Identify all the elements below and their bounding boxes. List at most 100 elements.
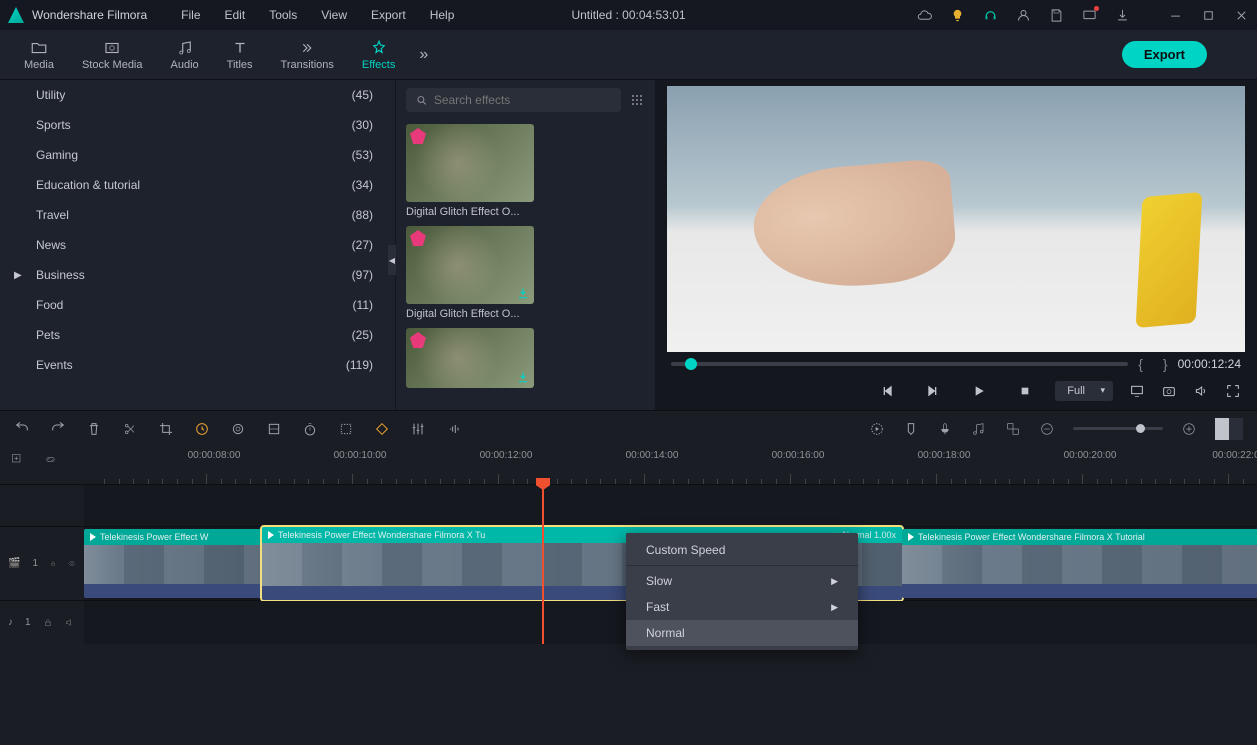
group-icon[interactable] xyxy=(1005,421,1021,437)
audio-sync-icon[interactable] xyxy=(446,421,462,437)
download-effect-icon[interactable] xyxy=(516,370,530,384)
menu-export[interactable]: Export xyxy=(361,4,416,26)
mark-in-icon[interactable]: { xyxy=(1138,356,1143,372)
category-item[interactable]: Food(11) xyxy=(0,290,395,320)
tab-media[interactable]: Media xyxy=(10,35,68,75)
marker-add-icon[interactable] xyxy=(903,421,919,437)
tab-transitions[interactable]: Transitions xyxy=(267,35,348,75)
category-item[interactable]: News(27) xyxy=(0,230,395,260)
export-button[interactable]: Export xyxy=(1122,41,1207,68)
color-icon[interactable] xyxy=(230,421,246,437)
video-clip[interactable]: Telekinesis Power Effect W xyxy=(84,529,262,598)
download-icon[interactable] xyxy=(1115,8,1130,23)
playback-quality-select[interactable]: Full xyxy=(1055,381,1113,401)
effect-item[interactable]: Digital Glitch Effect O... xyxy=(406,226,645,320)
panel-collapse-handle[interactable]: ◀ xyxy=(388,245,396,275)
zoom-in-icon[interactable] xyxy=(1181,421,1197,437)
track-number: 1 xyxy=(32,558,38,569)
undo-icon[interactable] xyxy=(14,421,30,437)
split-icon[interactable] xyxy=(122,421,138,437)
crop-icon[interactable] xyxy=(158,421,174,437)
window-minimize-icon[interactable] xyxy=(1168,8,1183,23)
video-clip[interactable]: Telekinesis Power Effect Wondershare Fil… xyxy=(902,529,1257,598)
mark-out-icon[interactable]: } xyxy=(1163,356,1168,372)
premium-gem-icon xyxy=(410,128,426,144)
category-item[interactable]: Travel(88) xyxy=(0,200,395,230)
link-tracks-icon[interactable] xyxy=(43,452,58,467)
save-icon[interactable] xyxy=(1049,8,1064,23)
premium-gem-icon xyxy=(410,230,426,246)
record-voice-icon[interactable] xyxy=(937,421,953,437)
top-tabs: Media Stock Media Audio Titles Transitio… xyxy=(0,30,1257,80)
keyframe-icon[interactable] xyxy=(374,421,390,437)
zoom-out-icon[interactable] xyxy=(1039,421,1055,437)
duration-icon[interactable] xyxy=(302,421,318,437)
search-icon xyxy=(416,94,428,107)
visibility-icon[interactable] xyxy=(68,557,76,570)
volume-icon[interactable] xyxy=(1193,383,1209,399)
category-item[interactable]: ▶Business(97) xyxy=(0,260,395,290)
green-screen-icon[interactable] xyxy=(266,421,282,437)
detach-icon[interactable] xyxy=(338,421,354,437)
preview-timecode: 00:00:12:24 xyxy=(1178,357,1241,371)
next-frame-icon[interactable] xyxy=(925,383,941,399)
search-input[interactable] xyxy=(434,93,611,107)
tab-stock-media[interactable]: Stock Media xyxy=(68,35,157,75)
view-grid-icon[interactable] xyxy=(629,92,645,108)
prev-frame-icon[interactable] xyxy=(879,383,895,399)
redo-icon[interactable] xyxy=(50,421,66,437)
add-track-icon[interactable] xyxy=(10,452,25,467)
fullscreen-icon[interactable] xyxy=(1225,383,1241,399)
effect-item[interactable] xyxy=(406,328,645,388)
menu-view[interactable]: View xyxy=(311,4,357,26)
mute-icon[interactable] xyxy=(64,616,76,629)
message-icon[interactable] xyxy=(1082,8,1097,23)
category-item[interactable]: Pets(25) xyxy=(0,320,395,350)
category-item[interactable]: Utility(45) xyxy=(0,80,395,110)
snapshot-icon[interactable] xyxy=(1161,383,1177,399)
menu-file[interactable]: File xyxy=(171,4,210,26)
play-icon[interactable] xyxy=(971,383,987,399)
lightbulb-icon[interactable] xyxy=(950,8,965,23)
audio-mixer-icon[interactable] xyxy=(971,421,987,437)
app-logo-icon xyxy=(8,7,24,23)
menu-help[interactable]: Help xyxy=(420,4,465,26)
delete-icon[interactable] xyxy=(86,421,102,437)
display-icon[interactable] xyxy=(1129,383,1145,399)
download-effect-icon[interactable] xyxy=(516,286,530,300)
preview-video[interactable] xyxy=(667,86,1245,352)
menu-tools[interactable]: Tools xyxy=(259,4,307,26)
mixer-icon[interactable] xyxy=(410,421,426,437)
track-type-audio-icon: ♪ xyxy=(8,617,13,628)
speed-icon[interactable] xyxy=(194,421,210,437)
ctx-normal[interactable]: Normal xyxy=(626,620,858,646)
lock-icon[interactable] xyxy=(50,558,56,569)
account-icon[interactable] xyxy=(1016,8,1031,23)
tab-effects[interactable]: Effects xyxy=(348,35,409,75)
category-item[interactable]: Sports(30) xyxy=(0,110,395,140)
lock-icon[interactable] xyxy=(43,617,53,628)
render-icon[interactable] xyxy=(869,421,885,437)
window-close-icon[interactable] xyxy=(1234,8,1249,23)
category-item[interactable]: Events(119) xyxy=(0,350,395,380)
category-item[interactable]: Education & tutorial(34) xyxy=(0,170,395,200)
ctx-fast[interactable]: Fast▶ xyxy=(626,594,858,620)
preview-scrubber[interactable] xyxy=(671,362,1128,366)
zoom-slider[interactable] xyxy=(1073,427,1163,430)
cloud-icon[interactable] xyxy=(917,8,932,23)
stop-icon[interactable] xyxy=(1017,383,1033,399)
menu-edit[interactable]: Edit xyxy=(215,4,256,26)
more-tabs-icon[interactable]: » xyxy=(419,46,428,64)
category-item[interactable]: Gaming(53) xyxy=(0,140,395,170)
track-size-toggle[interactable] xyxy=(1215,418,1243,440)
ctx-custom-speed[interactable]: Custom Speed xyxy=(626,537,858,563)
effect-item[interactable]: Digital Glitch Effect O... xyxy=(406,124,645,218)
timeline-ruler[interactable]: 00:00:08:0000:00:10:0000:00:12:0000:00:1… xyxy=(84,446,1257,484)
headphones-icon[interactable] xyxy=(983,8,998,23)
window-maximize-icon[interactable] xyxy=(1201,8,1216,23)
tab-titles[interactable]: Titles xyxy=(213,35,267,75)
ruler-label: 00:00:12:00 xyxy=(480,450,533,461)
ctx-slow[interactable]: Slow▶ xyxy=(626,568,858,594)
tab-audio[interactable]: Audio xyxy=(157,35,213,75)
playhead[interactable] xyxy=(542,484,544,644)
